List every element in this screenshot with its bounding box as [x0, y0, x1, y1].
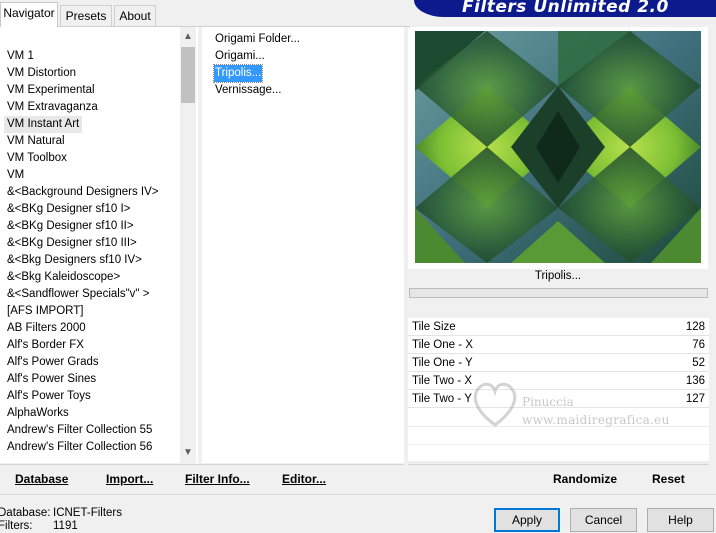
category-item[interactable]: VM Toolbox — [7, 150, 67, 167]
category-item[interactable]: &<BKg Designer sf10 II> — [7, 218, 134, 235]
filter-info-link[interactable]: Filter Info... — [185, 472, 250, 486]
parameter-value[interactable]: 128 — [686, 318, 705, 336]
parameter-label: Tile Size — [412, 321, 456, 333]
database-link[interactable]: Database — [15, 472, 68, 486]
category-item[interactable]: VM — [7, 167, 24, 184]
category-item[interactable]: &<BKg Designer sf10 III> — [7, 235, 137, 252]
parameter-label: Tile Two - X — [412, 375, 473, 387]
link-bar: Database Import... Filter Info... Editor… — [0, 464, 404, 493]
category-item[interactable]: VM Extravaganza — [7, 99, 98, 116]
preview-image — [415, 31, 701, 263]
filter-item[interactable]: Origami... — [214, 48, 266, 65]
category-item[interactable]: Alf's Power Grads — [7, 354, 99, 371]
category-scrollbar[interactable]: ▲ ▼ — [180, 27, 196, 463]
randomize-button[interactable]: Randomize — [553, 472, 617, 486]
category-item[interactable]: VM Instant Art — [4, 116, 83, 133]
tripolis-pattern — [415, 31, 701, 263]
filter-item[interactable]: Vernissage... — [214, 82, 282, 99]
category-item[interactable]: &<Background Designers IV> — [7, 184, 159, 201]
parameter-row[interactable]: Tile One - X 76 — [408, 336, 709, 354]
tab-navigator[interactable]: Navigator — [0, 2, 58, 27]
filters-count-label: Filters: — [0, 520, 33, 532]
import-link[interactable]: Import... — [106, 472, 153, 486]
tab-about[interactable]: About — [114, 5, 156, 26]
scroll-up-arrow-icon[interactable]: ▲ — [180, 29, 196, 45]
heart-icon — [473, 382, 517, 427]
help-button[interactable]: Help — [647, 508, 714, 532]
category-item[interactable]: AlphaWorks — [7, 405, 69, 422]
category-item[interactable]: VM Distortion — [7, 65, 76, 82]
filter-item[interactable]: Origami Folder... — [214, 31, 301, 48]
category-item[interactable]: VM 1 — [7, 48, 34, 65]
category-item[interactable]: Alf's Border FX — [7, 337, 84, 354]
filter-list[interactable]: Origami Folder... Origami... Tripolis... Ve… — [202, 27, 404, 463]
parameter-value[interactable]: 52 — [692, 354, 705, 372]
category-item[interactable]: VM Natural — [7, 133, 65, 150]
database-value: ICNET-Filters — [53, 507, 122, 519]
app-banner: Filters Unlimited 2.0 — [414, 0, 716, 17]
progress-bar — [409, 288, 708, 298]
parameter-label: Tile One - Y — [412, 357, 473, 369]
action-bar: Randomize Reset — [408, 464, 709, 493]
category-item[interactable]: AB Filters 2000 — [7, 320, 86, 337]
category-item[interactable]: &<Bkg Designers sf10 IV> — [7, 252, 142, 269]
apply-button[interactable]: Apply — [494, 508, 560, 532]
app-title: Filters Unlimited 2.0 — [462, 0, 669, 17]
reset-button[interactable]: Reset — [652, 472, 685, 486]
category-item[interactable]: &<BKg Designer sf10 I> — [7, 201, 130, 218]
filter-item[interactable]: Tripolis... — [212, 64, 264, 83]
empty-parameter-row — [408, 444, 709, 445]
category-item[interactable]: &<Sandflower Specials"v" > — [7, 286, 149, 303]
tab-presets[interactable]: Presets — [60, 5, 112, 26]
watermark: Pinuccia www.maidiregrafica.eu — [470, 375, 690, 435]
scroll-down-arrow-icon[interactable]: ▼ — [180, 445, 196, 461]
parameter-label: Tile One - X — [412, 339, 473, 351]
parameter-row[interactable]: Tile One - Y 52 — [408, 354, 709, 372]
watermark-url: www.maidiregrafica.eu — [522, 413, 670, 427]
filters-count-value: 1191 — [53, 520, 78, 532]
current-filter-name: Tripolis... — [534, 270, 582, 282]
parameter-label: Tile Two - Y — [412, 393, 472, 405]
category-item[interactable]: &<Bkg Kaleidoscope> — [7, 269, 120, 286]
parameter-value[interactable]: 76 — [692, 336, 705, 354]
editor-link[interactable]: Editor... — [282, 472, 326, 486]
category-item[interactable]: Alf's Power Toys — [7, 388, 91, 405]
category-item[interactable]: Alf's Power Sines — [7, 371, 96, 388]
watermark-name: Pinuccia — [522, 395, 574, 409]
category-item[interactable]: VM Experimental — [7, 82, 95, 99]
category-list[interactable]: VM 1 VM Distortion VM Experimental VM Extra… — [0, 27, 198, 463]
empty-parameter-row — [408, 462, 709, 463]
parameter-row[interactable]: Tile Size 128 — [408, 318, 709, 336]
category-item[interactable]: Andrew's Filter Collection 55 — [7, 422, 152, 439]
database-label: Database: — [0, 507, 51, 519]
scroll-thumb[interactable] — [181, 47, 195, 103]
cancel-button[interactable]: Cancel — [570, 508, 637, 532]
category-item[interactable]: Andrew's Filter Collection 56 — [7, 439, 152, 456]
category-item[interactable]: [AFS IMPORT] — [7, 303, 83, 320]
